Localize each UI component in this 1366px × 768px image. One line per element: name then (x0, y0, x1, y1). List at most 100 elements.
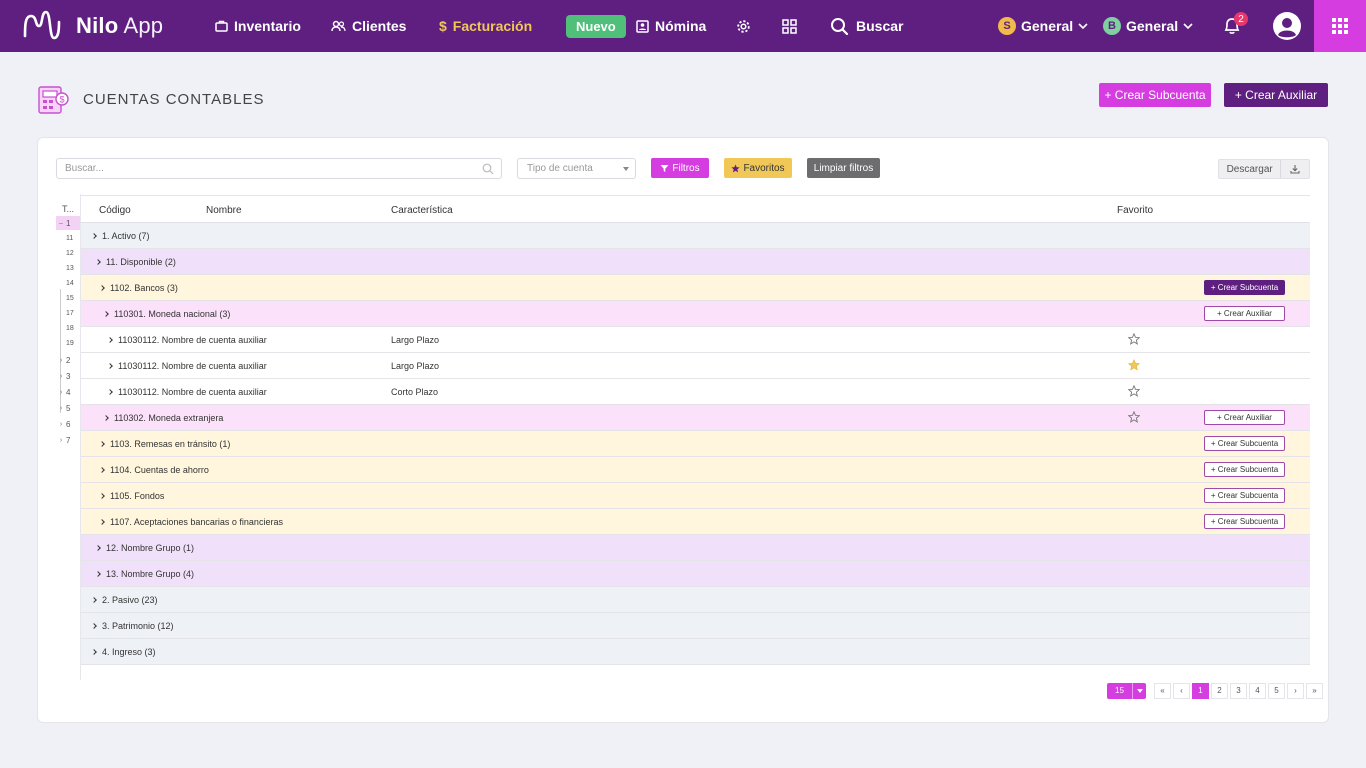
company-selector[interactable]: S General (998, 0, 1089, 52)
table-row[interactable]: 1. Activo (7) (81, 223, 1310, 249)
tree-item[interactable]: 13 (56, 262, 80, 274)
next-page-button[interactable]: › (1287, 682, 1304, 699)
apps-menu-button[interactable] (1314, 0, 1366, 52)
table-row[interactable]: 110302. Moneda extranjera + Crear Auxilia… (81, 405, 1310, 431)
row-name-cell[interactable]: 12. Nombre Grupo (1) (95, 543, 194, 553)
prev-page-button[interactable]: ‹ (1173, 682, 1190, 699)
table-row[interactable]: 11030112. Nombre de cuenta auxiliar Largo… (81, 353, 1310, 379)
create-subaccount-button[interactable]: + Crear Subcuenta (1099, 83, 1211, 107)
chevron-right-icon[interactable] (91, 233, 97, 239)
table-row[interactable]: 3. Patrimonio (12) (81, 613, 1310, 639)
row-name-cell[interactable]: 110302. Moneda extranjera (103, 413, 223, 423)
table-row[interactable]: 11. Disponible (2) (81, 249, 1310, 275)
table-row[interactable]: 12. Nombre Grupo (1) (81, 535, 1310, 561)
tree-item[interactable]: 15 (56, 292, 80, 304)
row-name-cell[interactable]: 1. Activo (7) (91, 231, 150, 241)
row-name-cell[interactable]: 2. Pasivo (23) (91, 595, 158, 605)
grid-view-button[interactable] (782, 0, 797, 52)
chevron-right-icon[interactable] (99, 467, 105, 473)
clear-filters-button[interactable]: Limpiar filtros (807, 158, 880, 178)
chevron-right-icon[interactable] (95, 545, 101, 551)
col-caracteristica[interactable]: Característica (391, 205, 453, 216)
tree-item[interactable]: › 3 (56, 370, 80, 382)
row-name-cell[interactable]: 1103. Remesas en tránsito (1) (99, 439, 230, 449)
star-filled-icon[interactable] (1127, 359, 1141, 373)
chevron-right-icon[interactable] (91, 623, 97, 629)
tree-item[interactable]: › 6 (56, 418, 80, 430)
chevron-right-icon[interactable] (99, 519, 105, 525)
create-auxiliary-button[interactable]: + Crear Auxiliar (1224, 83, 1328, 107)
tree-item[interactable]: › 5 (56, 402, 80, 414)
row-create-auxiliary-button[interactable]: + Crear Auxiliar (1204, 410, 1285, 425)
page-button[interactable]: 3 (1230, 682, 1247, 699)
row-name-cell[interactable]: 11030112. Nombre de cuenta auxiliar (107, 361, 267, 371)
row-name-cell[interactable]: 3. Patrimonio (12) (91, 621, 174, 631)
table-row[interactable]: 11030112. Nombre de cuenta auxiliar Corto… (81, 379, 1310, 405)
star-outline-icon[interactable] (1127, 384, 1141, 399)
chevron-right-icon[interactable] (103, 311, 109, 317)
chevron-right-icon[interactable] (107, 337, 113, 343)
table-row[interactable]: 11030112. Nombre de cuenta auxiliar Largo… (81, 327, 1310, 353)
row-create-subaccount-button[interactable]: + Crear Subcuenta (1204, 514, 1285, 529)
star-outline-icon[interactable] (1127, 410, 1141, 425)
row-name-cell[interactable]: 11030112. Nombre de cuenta auxiliar (107, 335, 267, 345)
chevron-right-icon[interactable] (91, 649, 97, 655)
table-row[interactable]: 4. Ingreso (3) (81, 639, 1310, 665)
table-row[interactable]: 110301. Moneda nacional (3) + Crear Auxil… (81, 301, 1310, 327)
table-row[interactable]: 1103. Remesas en tránsito (1) + Crear Sub… (81, 431, 1310, 457)
page-size-select[interactable]: 15 (1107, 682, 1146, 699)
favorites-button[interactable]: Favoritos (724, 158, 792, 178)
chevron-right-icon[interactable] (107, 363, 113, 369)
table-row[interactable]: 1107. Aceptaciones bancarias o financier… (81, 509, 1310, 535)
chevron-right-icon[interactable] (91, 597, 97, 603)
download-button[interactable]: Descargar (1218, 159, 1310, 179)
row-create-subaccount-button[interactable]: + Crear Subcuenta (1204, 280, 1285, 295)
chevron-right-icon[interactable] (99, 285, 105, 291)
nav-facturacion[interactable]: $ Facturación (439, 0, 532, 52)
chevron-right-icon[interactable] (95, 571, 101, 577)
chevron-right-icon[interactable] (103, 415, 109, 421)
col-favorito[interactable]: Favorito (1117, 205, 1153, 216)
tree-item[interactable]: 11 (56, 232, 80, 244)
row-name-cell[interactable]: 1102. Bancos (3) (99, 283, 178, 293)
star-outline-icon[interactable] (1127, 332, 1141, 347)
tree-item[interactable]: –1 (56, 216, 80, 230)
row-create-subaccount-button[interactable]: + Crear Subcuenta (1204, 436, 1285, 451)
row-create-subaccount-button[interactable]: + Crear Subcuenta (1204, 488, 1285, 503)
col-codigo[interactable]: Código (99, 205, 131, 216)
row-name-cell[interactable]: 1105. Fondos (99, 491, 164, 501)
row-name-cell[interactable]: 13. Nombre Grupo (4) (95, 569, 194, 579)
tree-item[interactable]: 14 (56, 277, 80, 289)
table-row[interactable]: 1105. Fondos + Crear Subcuenta (81, 483, 1310, 509)
row-create-subaccount-button[interactable]: + Crear Subcuenta (1204, 462, 1285, 477)
row-create-auxiliary-button[interactable]: + Crear Auxiliar (1204, 306, 1285, 321)
notifications-button[interactable]: 2 (1222, 0, 1248, 52)
tree-item[interactable]: 17 (56, 307, 80, 319)
row-name-cell[interactable]: 11030112. Nombre de cuenta auxiliar (107, 387, 267, 397)
nuevo-badge-wrap[interactable]: Nuevo (566, 0, 626, 52)
table-row[interactable]: 1104. Cuentas de ahorro + Crear Subcuenta (81, 457, 1310, 483)
tree-item[interactable]: 12 (56, 247, 80, 259)
first-page-button[interactable]: « (1154, 682, 1171, 699)
row-name-cell[interactable]: 11. Disponible (2) (95, 257, 176, 267)
table-row[interactable]: 13. Nombre Grupo (4) (81, 561, 1310, 587)
tree-item[interactable]: › 2 (56, 354, 80, 366)
page-button[interactable]: 5 (1268, 682, 1285, 699)
branch-selector[interactable]: B General (1103, 0, 1194, 52)
brand[interactable]: Nilo App (22, 0, 163, 52)
table-row[interactable]: 2. Pasivo (23) (81, 587, 1310, 613)
col-nombre[interactable]: Nombre (206, 205, 242, 216)
tree-item[interactable]: 18 (56, 322, 80, 334)
search-input[interactable]: Buscar... (56, 158, 502, 179)
tree-item[interactable]: › 7 (56, 434, 80, 446)
chevron-right-icon[interactable] (95, 259, 101, 265)
nuevo-badge[interactable]: Nuevo (566, 14, 626, 38)
table-row[interactable]: 1102. Bancos (3) + Crear Subcuenta (81, 275, 1310, 301)
nav-nomina[interactable]: Nómina (636, 0, 706, 52)
row-name-cell[interactable]: 110301. Moneda nacional (3) (103, 309, 230, 319)
chevron-right-icon[interactable] (99, 493, 105, 499)
row-name-cell[interactable]: 1107. Aceptaciones bancarias o financier… (99, 517, 283, 527)
user-avatar[interactable] (1272, 0, 1302, 52)
last-page-button[interactable]: » (1306, 682, 1323, 699)
row-name-cell[interactable]: 1104. Cuentas de ahorro (99, 465, 209, 475)
